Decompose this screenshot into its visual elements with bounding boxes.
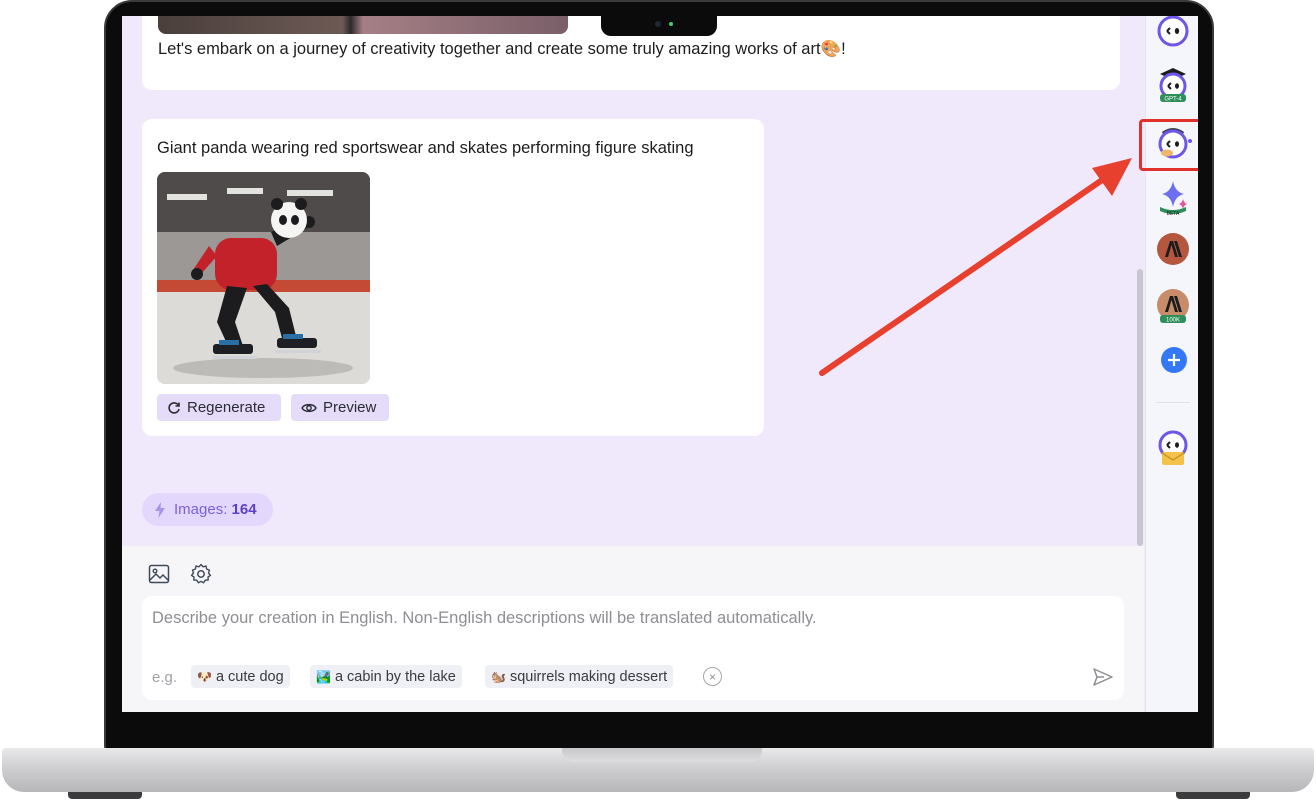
camera-notch <box>601 14 717 36</box>
panda-skater-illustration <box>157 172 370 384</box>
claude-bot-icon[interactable] <box>1156 232 1190 266</box>
preview-label: Preview <box>323 399 377 416</box>
laptop-base-notch <box>562 748 762 762</box>
claude-100k-badge: 100K <box>1166 318 1180 324</box>
camera-led <box>669 22 673 26</box>
prompt-card: Giant panda wearing red sportswear and s… <box>142 119 764 436</box>
laptop-foot-right <box>1176 792 1250 799</box>
dog-icon: 🐶 <box>197 669 212 684</box>
examples-prefix: e.g. <box>152 669 178 686</box>
regenerate-label: Regenerate <box>187 399 266 416</box>
chat-scrollbar-thumb[interactable] <box>1137 269 1143 546</box>
camera-icon <box>655 21 661 27</box>
landscape-icon: 🏞️ <box>316 669 331 684</box>
example-chip-cabin[interactable]: 🏞️ a cabin by the lake <box>310 665 462 688</box>
settings-gear-icon[interactable] <box>189 562 213 586</box>
generated-image[interactable] <box>157 172 370 384</box>
previous-message-text: Let's embark on a journey of creativity … <box>158 40 846 58</box>
add-bot-icon[interactable] <box>1160 346 1194 380</box>
images-count: 164 <box>231 501 257 518</box>
example-chip-label: a cute dog <box>215 668 284 685</box>
close-icon[interactable]: × <box>703 667 722 686</box>
images-badge-label: Images: <box>174 501 228 518</box>
squirrel-icon: 🐿️ <box>491 669 506 684</box>
laptop-foot-left <box>68 792 142 799</box>
send-icon[interactable] <box>1092 666 1114 688</box>
example-chip-label: a cabin by the lake <box>334 668 456 685</box>
example-chip-dog[interactable]: 🐶 a cute dog <box>191 665 290 688</box>
artist-bot-icon[interactable] <box>1156 124 1192 159</box>
preview-button[interactable]: Preview <box>291 394 389 421</box>
gpt4-badge: GPT-4 <box>1164 97 1182 103</box>
refresh-icon <box>168 401 180 414</box>
images-quota-badge[interactable]: Images: 164 <box>142 493 273 526</box>
screen: Let's embark on a journey of creativity … <box>122 16 1198 712</box>
example-chip-label: squirrels making dessert <box>509 668 668 685</box>
eye-icon <box>301 403 317 412</box>
claude-100k-bot-icon[interactable]: 100K <box>1156 288 1190 324</box>
laptop-base <box>2 748 1314 792</box>
prompt-input-placeholder: Describe your creation in English. Non-E… <box>152 609 817 627</box>
prompt-text: Giant panda wearing red sportswear and s… <box>157 139 694 157</box>
prompt-input[interactable]: Describe your creation in English. Non-E… <box>142 596 1124 700</box>
chat-area: Let's embark on a journey of creativity … <box>122 16 1144 546</box>
gemini-bot-icon[interactable]: BETA <box>1156 179 1190 217</box>
image-upload-icon[interactable] <box>147 562 171 586</box>
monica-bot-icon[interactable] <box>1156 16 1190 48</box>
lightning-icon <box>155 501 165 518</box>
regenerate-button[interactable]: Regenerate <box>157 394 281 421</box>
mail-bot-icon[interactable] <box>1156 430 1190 465</box>
bot-sidebar: GPT-4 BETA 100K <box>1139 16 1198 712</box>
previous-images-strip[interactable] <box>158 16 568 34</box>
example-chip-squirrels[interactable]: 🐿️ squirrels making dessert <box>485 665 674 688</box>
sidebar-divider <box>1156 402 1190 403</box>
bottom-bezel <box>106 712 1212 748</box>
gpt4-bot-icon[interactable]: GPT-4 <box>1156 66 1190 103</box>
composer: Describe your creation in English. Non-E… <box>122 546 1144 712</box>
gemini-badge: BETA <box>1167 211 1180 217</box>
